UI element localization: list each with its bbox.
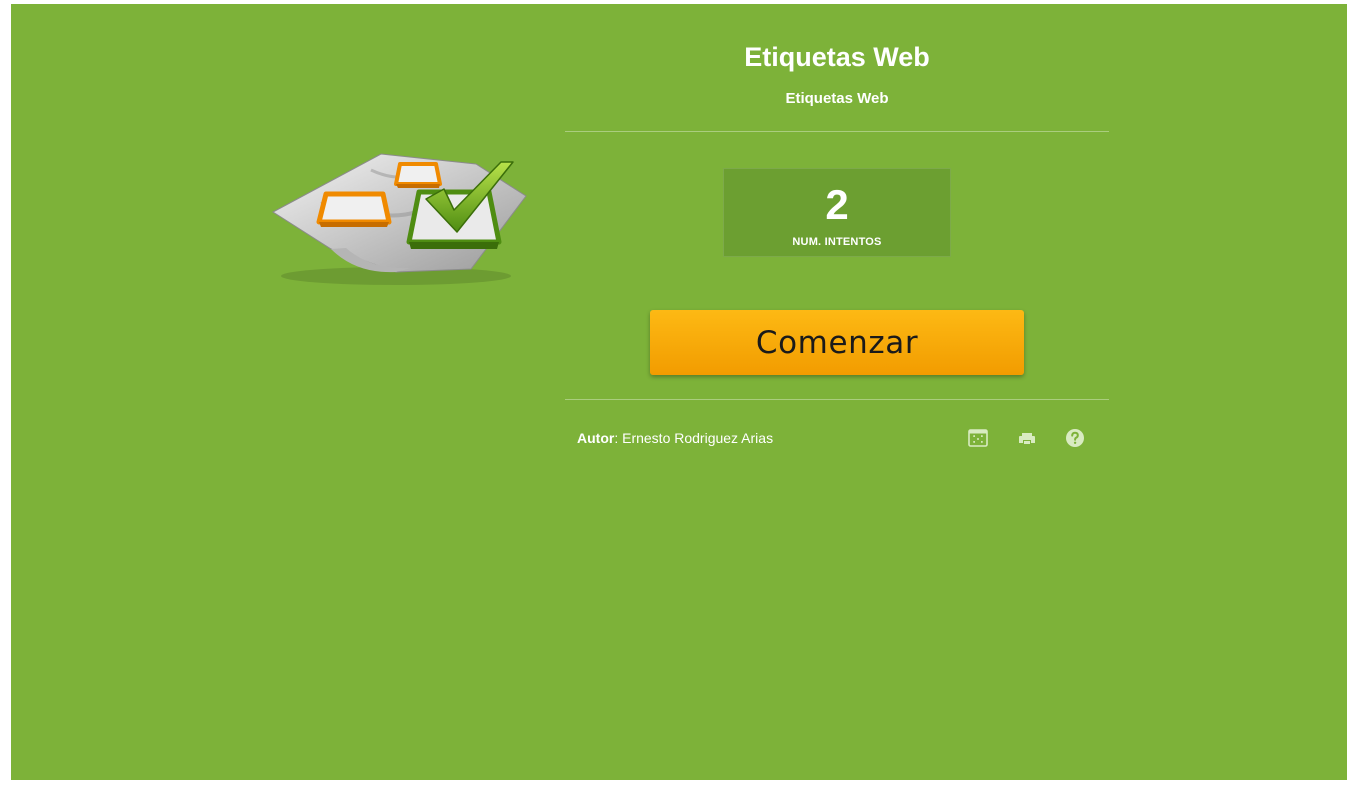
author-separator: :: [614, 430, 623, 446]
author-credit: Autor: Ernesto Rodriguez Arias: [577, 430, 773, 446]
activity-stage: Etiquetas Web Etiquetas Web 2 NUM. INTEN…: [11, 4, 1347, 780]
start-button[interactable]: Comenzar: [650, 310, 1024, 375]
fullscreen-icon[interactable]: [967, 427, 989, 449]
author-key: Autor: [577, 430, 615, 446]
attempts-count: 2: [825, 181, 849, 228]
attempts-box: 2 NUM. INTENTOS: [723, 168, 951, 257]
attempts-label: NUM. INTENTOS: [792, 236, 882, 248]
author-name: Ernesto Rodriguez Arias: [622, 430, 774, 446]
print-icon[interactable]: [1016, 427, 1038, 449]
activity-toolbar: [967, 427, 1097, 449]
activity-title: Etiquetas Web: [744, 42, 930, 72]
help-icon[interactable]: [1064, 427, 1086, 449]
label-tag-icon: [316, 191, 392, 227]
divider: [565, 131, 1109, 132]
labels-activity-illustration: [272, 153, 527, 285]
label-tag-icon: [394, 162, 442, 188]
activity-subtitle: Etiquetas Web: [785, 90, 889, 107]
divider: [565, 399, 1109, 400]
